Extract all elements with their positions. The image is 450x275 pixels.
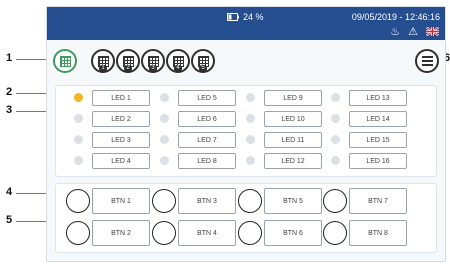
btn-6[interactable]: BTN 6 (264, 220, 322, 246)
led-indicator-5 (160, 93, 169, 102)
callout-4: 4 (6, 186, 13, 198)
status-icons: ♨ ⚠ (390, 25, 439, 38)
btn-1-press-circle[interactable] (66, 189, 90, 213)
page-button-1[interactable]: 1 (91, 49, 115, 73)
btn-7[interactable]: BTN 7 (349, 188, 407, 214)
menu-icon-bar (421, 64, 433, 66)
led-label-9: LED 9 (264, 90, 322, 106)
led-indicator-1 (74, 93, 83, 102)
battery-level: 24 % (243, 12, 264, 22)
btn-8-press-circle[interactable] (323, 221, 347, 245)
page-button-5[interactable]: 5 (191, 49, 215, 73)
led-label-8: LED 8 (178, 153, 236, 169)
page-number: 2 (124, 65, 132, 72)
btn-8[interactable]: BTN 8 (349, 220, 407, 246)
led-indicator-7 (160, 135, 169, 144)
page-button-2[interactable]: 2 (116, 49, 140, 73)
page-button-3[interactable]: 3 (141, 49, 165, 73)
led-indicator-4 (74, 156, 83, 165)
led-indicator-13 (331, 93, 340, 102)
led-row: LED 4 LED 8 LED 12 LED 16 (56, 153, 436, 169)
grid-icon (59, 55, 71, 67)
led-label-6: LED 6 (178, 111, 236, 127)
btn-3-press-circle[interactable] (152, 189, 176, 213)
menu-icon-bar (421, 60, 433, 62)
btn-6-press-circle[interactable] (238, 221, 262, 245)
device-screen: 24 % 09/05/2019 - 12:46:16 ♨ ⚠ 1 2 3 4 5… (46, 6, 446, 262)
led-label-4: LED 4 (92, 153, 150, 169)
warning-icon: ⚠ (408, 26, 418, 38)
led-indicator-16 (331, 156, 340, 165)
btn-4[interactable]: BTN 4 (178, 220, 236, 246)
page-number: 5 (199, 65, 207, 72)
led-indicator-15 (331, 135, 340, 144)
status-bar: 24 % 09/05/2019 - 12:46:16 ♨ ⚠ (47, 7, 445, 40)
callout-2: 2 (6, 86, 13, 98)
led-label-11: LED 11 (264, 132, 322, 148)
led-indicator-3 (74, 135, 83, 144)
uk-flag-icon[interactable] (426, 27, 439, 36)
btn-4-press-circle[interactable] (152, 221, 176, 245)
led-label-15: LED 15 (349, 132, 407, 148)
led-label-5: LED 5 (178, 90, 236, 106)
led-indicator-2 (74, 114, 83, 123)
home-grid-button[interactable] (53, 49, 77, 73)
led-indicator-8 (160, 156, 169, 165)
toolbar: 1 2 3 4 5 (47, 47, 445, 83)
callout-1: 1 (6, 52, 13, 64)
menu-button[interactable] (415, 49, 439, 73)
led-panel: LED 1 LED 5 LED 9 LED 13 LED 2 LED 6 LED… (55, 85, 437, 177)
page-button-4[interactable]: 4 (166, 49, 190, 73)
button-panel: BTN 1 BTN 2 BTN 3 BTN 4 BTN 5 BTN 6 BTN … (55, 183, 437, 253)
callout-5: 5 (6, 214, 13, 226)
led-label-16: LED 16 (349, 153, 407, 169)
led-indicator-12 (246, 156, 255, 165)
btn-5[interactable]: BTN 5 (264, 188, 322, 214)
btn-3[interactable]: BTN 3 (178, 188, 236, 214)
page-number: 3 (149, 65, 157, 72)
battery-indicator: 24 % (227, 12, 264, 22)
led-label-1: LED 1 (92, 90, 150, 106)
led-row: LED 3 LED 7 LED 11 LED 15 (56, 132, 436, 148)
battery-icon (227, 13, 239, 21)
led-indicator-11 (246, 135, 255, 144)
callout-line-1 (16, 59, 48, 60)
led-label-2: LED 2 (92, 111, 150, 127)
led-indicator-6 (160, 114, 169, 123)
page-number: 4 (174, 65, 182, 72)
led-label-7: LED 7 (178, 132, 236, 148)
btn-2-press-circle[interactable] (66, 221, 90, 245)
led-row: LED 1 LED 5 LED 9 LED 13 (56, 90, 436, 106)
led-label-13: LED 13 (349, 90, 407, 106)
menu-icon-bar (421, 56, 433, 58)
heater-icon: ♨ (390, 26, 401, 38)
btn-2[interactable]: BTN 2 (92, 220, 150, 246)
btn-7-press-circle[interactable] (323, 189, 347, 213)
page-number: 1 (99, 65, 107, 72)
led-indicator-14 (331, 114, 340, 123)
datetime: 09/05/2019 - 12:46:16 (351, 12, 440, 22)
led-row: LED 2 LED 6 LED 10 LED 14 (56, 111, 436, 127)
btn-5-press-circle[interactable] (238, 189, 262, 213)
led-label-12: LED 12 (264, 153, 322, 169)
led-indicator-10 (246, 114, 255, 123)
btn-1[interactable]: BTN 1 (92, 188, 150, 214)
led-indicator-9 (246, 93, 255, 102)
callout-3: 3 (6, 104, 13, 116)
led-label-10: LED 10 (264, 111, 322, 127)
led-label-3: LED 3 (92, 132, 150, 148)
led-label-14: LED 14 (349, 111, 407, 127)
